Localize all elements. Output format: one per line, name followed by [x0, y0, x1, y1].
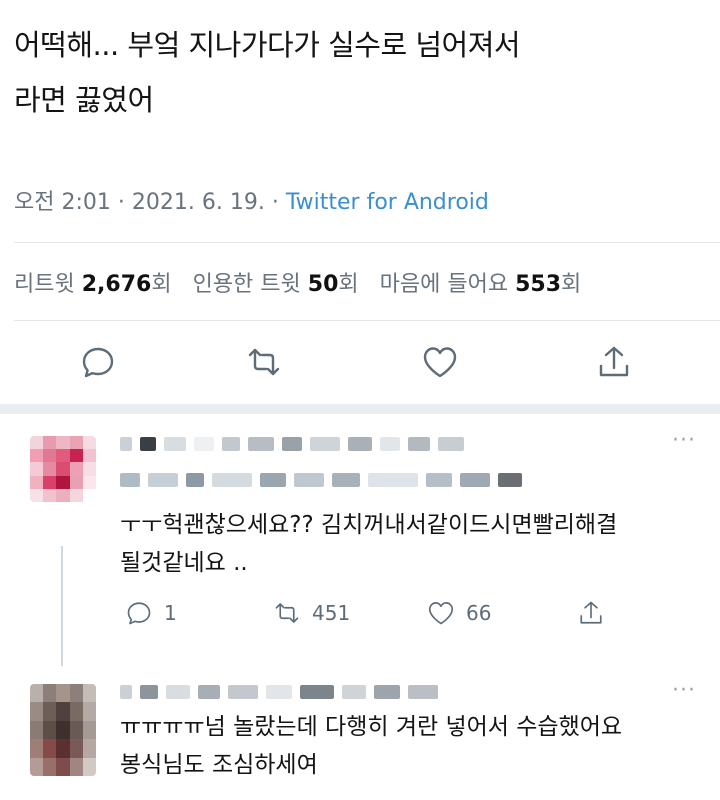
retweet-stat[interactable]: 리트윗 2,676회 [14, 272, 172, 297]
section-separator [0, 404, 720, 414]
blurred-username [120, 436, 464, 452]
reply-text-line-2: 봉식님도 조심하세여 [120, 752, 318, 778]
reply-item[interactable]: ··· ㅠㅠㅠㅠ넘 놀랐는데 다행히 겨란 넣어서 수습했어요 봉식님도 조심하… [0, 664, 720, 800]
meta-separator: · [271, 190, 286, 215]
reply-count: 1 [164, 601, 177, 625]
more-options-button[interactable]: ··· [672, 678, 696, 703]
meta-separator: · [117, 190, 132, 215]
retweet-count: 451 [312, 601, 351, 625]
tweet-text: 어떡해... 부엌 지나가다가 실수로 넘어져서 라면 끓였어 [14, 18, 704, 128]
like-stat[interactable]: 마음에 들어요 553회 [380, 272, 582, 297]
reply-share-button[interactable] [576, 598, 606, 628]
blurred-handle [120, 472, 522, 488]
divider [14, 320, 720, 321]
reply-text-line-1: ㅜㅜ헉괜찮으세요?? 김치꺼내서같이드시면빨리해결 [120, 512, 618, 538]
heart-icon [423, 347, 457, 378]
reply-action-bar: 1 451 66 [120, 598, 680, 632]
reply-retweet-button[interactable]: 451 [272, 598, 350, 628]
retweet-icon [275, 603, 299, 623]
like-count: 66 [466, 601, 492, 625]
reply-button[interactable] [78, 342, 122, 386]
tweet-time: 오전 2:01 [14, 190, 111, 215]
heart-icon [428, 602, 454, 625]
reply-text: ㅠㅠㅠㅠ넘 놀랐는데 다행히 겨란 넣어서 수습했어요 봉식님도 조심하세여 [120, 708, 622, 784]
reply-icon [127, 602, 151, 625]
avatar[interactable] [30, 684, 96, 776]
tweet-text-line-2: 라면 끓였어 [14, 83, 154, 117]
retweet-icon [248, 348, 280, 376]
reply-reply-button[interactable]: 1 [124, 598, 177, 628]
tweet-meta: 오전 2:01 · 2021. 6. 19. · Twitter for And… [14, 184, 489, 216]
tweet-action-bar [0, 342, 720, 386]
more-options-button[interactable]: ··· [672, 428, 696, 453]
like-button[interactable] [420, 342, 464, 386]
reply-icon [82, 347, 114, 378]
share-icon [580, 601, 602, 624]
retweet-button[interactable] [244, 342, 288, 386]
tweet-date: 2021. 6. 19. [131, 190, 265, 215]
tweet-source-link[interactable]: Twitter for Android [286, 190, 489, 215]
tweet-text-line-1: 어떡해... 부엌 지나가다가 실수로 넘어져서 [14, 28, 521, 62]
thread-line [61, 546, 63, 666]
reply-text-line-2: 될것같네요 .. [120, 550, 248, 576]
share-icon [599, 346, 629, 377]
quote-stat[interactable]: 인용한 트윗 50회 [193, 272, 359, 297]
share-button[interactable] [594, 342, 638, 386]
reply-like-button[interactable]: 66 [426, 598, 491, 628]
blurred-username [120, 684, 438, 700]
reply-text-line-1: ㅠㅠㅠㅠ넘 놀랐는데 다행히 겨란 넣어서 수습했어요 [120, 714, 623, 740]
tweet-stats: 리트윗 2,676회 인용한 트윗 50회 마음에 들어요 553회 [14, 266, 581, 298]
divider [14, 242, 720, 243]
reply-text: ㅜㅜ헉괜찮으세요?? 김치꺼내서같이드시면빨리해결 될것같네요 .. [120, 506, 617, 582]
reply-item[interactable]: ··· ㅜㅜ헉괜찮으세요?? 김치꺼내서같이드시면빨리해결 될것같네요 .. 1… [0, 414, 720, 666]
avatar[interactable] [30, 436, 96, 502]
